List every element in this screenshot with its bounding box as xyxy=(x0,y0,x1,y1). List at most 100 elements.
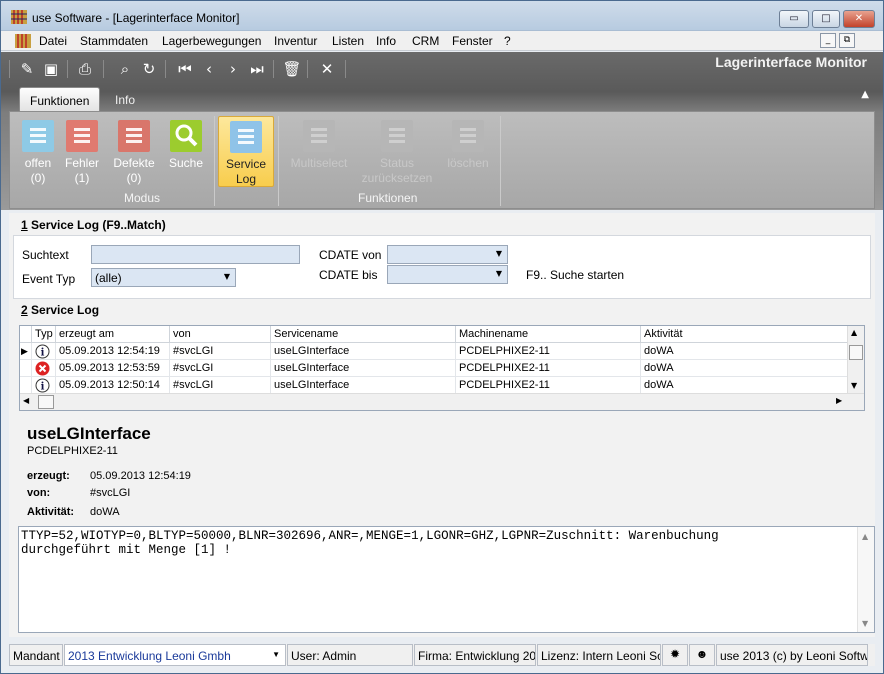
grid-vertical-scrollbar[interactable]: ▲ ▼ xyxy=(847,326,864,394)
suchtext-label: Suchtext xyxy=(22,248,69,262)
chevron-down-icon: ▼ xyxy=(272,650,280,659)
column-header[interactable]: Aktivität xyxy=(641,326,849,343)
window-title: use Software - [Lagerinterface Monitor] xyxy=(32,11,240,25)
menu-info[interactable]: Info xyxy=(376,34,396,48)
column-header[interactable]: Machinename xyxy=(456,326,641,343)
ribbon-collapse-icon[interactable]: ▲ xyxy=(861,89,869,100)
table-cell: #svcLGI xyxy=(170,377,271,394)
save-icon[interactable]: ▣ xyxy=(41,59,61,79)
scroll-thumb[interactable] xyxy=(849,345,863,360)
print-icon[interactable]: ⎙ xyxy=(75,59,95,79)
memo-vertical-scrollbar[interactable]: ▲ ▼ xyxy=(857,527,874,632)
menu-crm[interactable]: CRM xyxy=(412,34,439,48)
app-icon xyxy=(11,10,27,24)
mandant-select[interactable]: 2013 Entwicklung Leoni Gmbh ▼ xyxy=(64,644,286,666)
table-cell: useLGInterface xyxy=(271,360,456,377)
chevron-down-icon: ▼ xyxy=(495,249,502,258)
scroll-thumb[interactable] xyxy=(38,395,54,409)
suche-button[interactable]: Suche xyxy=(158,116,214,171)
chevron-up-icon: ▲ xyxy=(851,328,858,337)
status-bar: Mandant 2013 Entwicklung Leoni Gmbh ▼ Use… xyxy=(9,644,875,666)
table-row[interactable]: 05.09.2013 12:53:59 #svcLGI useLGInterface… xyxy=(20,360,849,377)
mandant-label: Mandant xyxy=(9,644,63,666)
section-title-log: 2 Service Log xyxy=(21,303,100,317)
magnifier-icon xyxy=(170,120,202,152)
defekte-button[interactable]: Defekte (0) xyxy=(106,116,162,186)
cdate-von-label: CDATE von xyxy=(319,248,382,262)
cancel-icon[interactable]: ✕ xyxy=(317,59,337,79)
close-button[interactable]: ✕ xyxy=(843,10,875,28)
menu-help[interactable]: ? xyxy=(504,34,511,48)
table-cell: 05.09.2013 12:50:14 xyxy=(56,377,170,394)
menu-fenster[interactable]: Fenster xyxy=(452,34,493,48)
tab-info[interactable]: Info xyxy=(105,87,145,111)
cdate-von-select[interactable]: ▼ xyxy=(387,245,508,264)
column-header[interactable]: erzeugt am xyxy=(56,326,170,343)
mdi-icon[interactable] xyxy=(15,34,31,48)
grid-horizontal-scrollbar[interactable]: ◀ ▶ xyxy=(20,393,864,410)
table-cell: doWA xyxy=(641,343,849,360)
message-memo[interactable]: TTYP=52,WIOTYP=0,BLTYP=50000,BLNR=302696… xyxy=(18,526,875,633)
next-record-icon[interactable]: › xyxy=(223,59,243,79)
mdi-minimize-button[interactable]: _ xyxy=(820,33,836,48)
edit-icon[interactable]: ✎ xyxy=(17,59,37,79)
menu-datei[interactable]: Datei xyxy=(39,34,67,48)
info-icon: i xyxy=(32,377,56,394)
error-icon xyxy=(32,360,56,377)
chevron-down-icon: ▼ xyxy=(862,619,869,628)
cdate-bis-label: CDATE bis xyxy=(319,268,378,282)
search-hint: F9.. Suche starten xyxy=(526,268,625,282)
column-header[interactable]: Servicename xyxy=(271,326,456,343)
suchtext-input[interactable] xyxy=(91,245,300,264)
menu-inventur[interactable]: Inventur xyxy=(274,34,317,48)
loeschen-button[interactable]: löschen xyxy=(440,116,496,171)
table-row[interactable]: i 05.09.2013 12:50:14 #svcLGI useLGInterfac… xyxy=(20,377,849,394)
maximize-button[interactable]: □ xyxy=(812,10,840,28)
filter-panel: Suchtext Event Typ (alle) ▼ CDATE von ▼ C… xyxy=(13,235,871,299)
status-zuruecksetzen-button[interactable]: Status zurücksetzen xyxy=(360,116,434,186)
fehler-button[interactable]: Fehler (1) xyxy=(54,116,110,186)
user-icon[interactable]: ☻ xyxy=(689,644,715,666)
chevron-down-icon: ▼ xyxy=(223,272,230,281)
tab-funktionen[interactable]: Funktionen xyxy=(19,87,101,111)
multiselect-button[interactable]: Multiselect xyxy=(288,116,350,171)
service-log-button[interactable]: Service Log xyxy=(218,116,274,187)
svg-text:i: i xyxy=(41,382,45,393)
eventtyp-select[interactable]: (alle) ▼ xyxy=(91,268,236,287)
status-user: User: Admin xyxy=(287,644,413,666)
status-firma: Firma: Entwicklung 2013 xyxy=(414,644,536,666)
chevron-right-icon: ▶ xyxy=(836,396,843,405)
list-icon xyxy=(303,120,335,152)
eventtyp-label: Event Typ xyxy=(22,272,76,286)
status-lizenz: Lizenz: Intern Leoni Softw xyxy=(537,644,661,666)
minimize-button[interactable]: ▭ xyxy=(779,10,809,28)
last-record-icon[interactable]: ⏭ xyxy=(247,59,267,79)
delete-icon[interactable]: 🗑 xyxy=(282,59,302,79)
mdi-restore-button[interactable]: ⧉ xyxy=(839,33,855,48)
first-record-icon[interactable]: ⏮ xyxy=(175,59,195,79)
table-cell: 05.09.2013 12:53:59 xyxy=(56,360,170,377)
table-row[interactable]: ▶ i 05.09.2013 12:54:19 #svcLGI useLGInterfa… xyxy=(20,343,849,360)
menu-stammdaten[interactable]: Stammdaten xyxy=(80,34,148,48)
refresh-icon[interactable]: ↻ xyxy=(139,59,159,79)
column-header[interactable]: von xyxy=(170,326,271,343)
column-header[interactable]: Typ xyxy=(32,326,56,343)
detail-von-value: #svcLGI xyxy=(90,487,131,499)
cdate-bis-select[interactable]: ▼ xyxy=(387,265,508,284)
list-icon xyxy=(118,120,150,152)
search-icon[interactable]: ⌕ xyxy=(115,59,135,79)
table-cell: #svcLGI xyxy=(170,343,271,360)
row-indicator: ▶ xyxy=(20,343,32,360)
section-title-filter: 1 Service Log (F9..Match) xyxy=(21,218,166,232)
sun-icon[interactable]: ✹ xyxy=(662,644,688,666)
table-cell: PCDELPHIXE2-11 xyxy=(456,343,641,360)
table-cell: PCDELPHIXE2-11 xyxy=(456,377,641,394)
table-cell: 05.09.2013 12:54:19 xyxy=(56,343,170,360)
prev-record-icon[interactable]: ‹ xyxy=(199,59,219,79)
main-window: use Software - [Lagerinterface Monitor] … xyxy=(0,0,884,674)
title-bar: use Software - [Lagerinterface Monitor] … xyxy=(1,1,883,31)
service-log-grid[interactable]: Typ erzeugt am von Servicename Machinena… xyxy=(19,325,865,411)
menu-listen[interactable]: Listen xyxy=(332,34,364,48)
menu-lagerbewegungen[interactable]: Lagerbewegungen xyxy=(162,34,261,48)
list-icon xyxy=(230,121,262,153)
